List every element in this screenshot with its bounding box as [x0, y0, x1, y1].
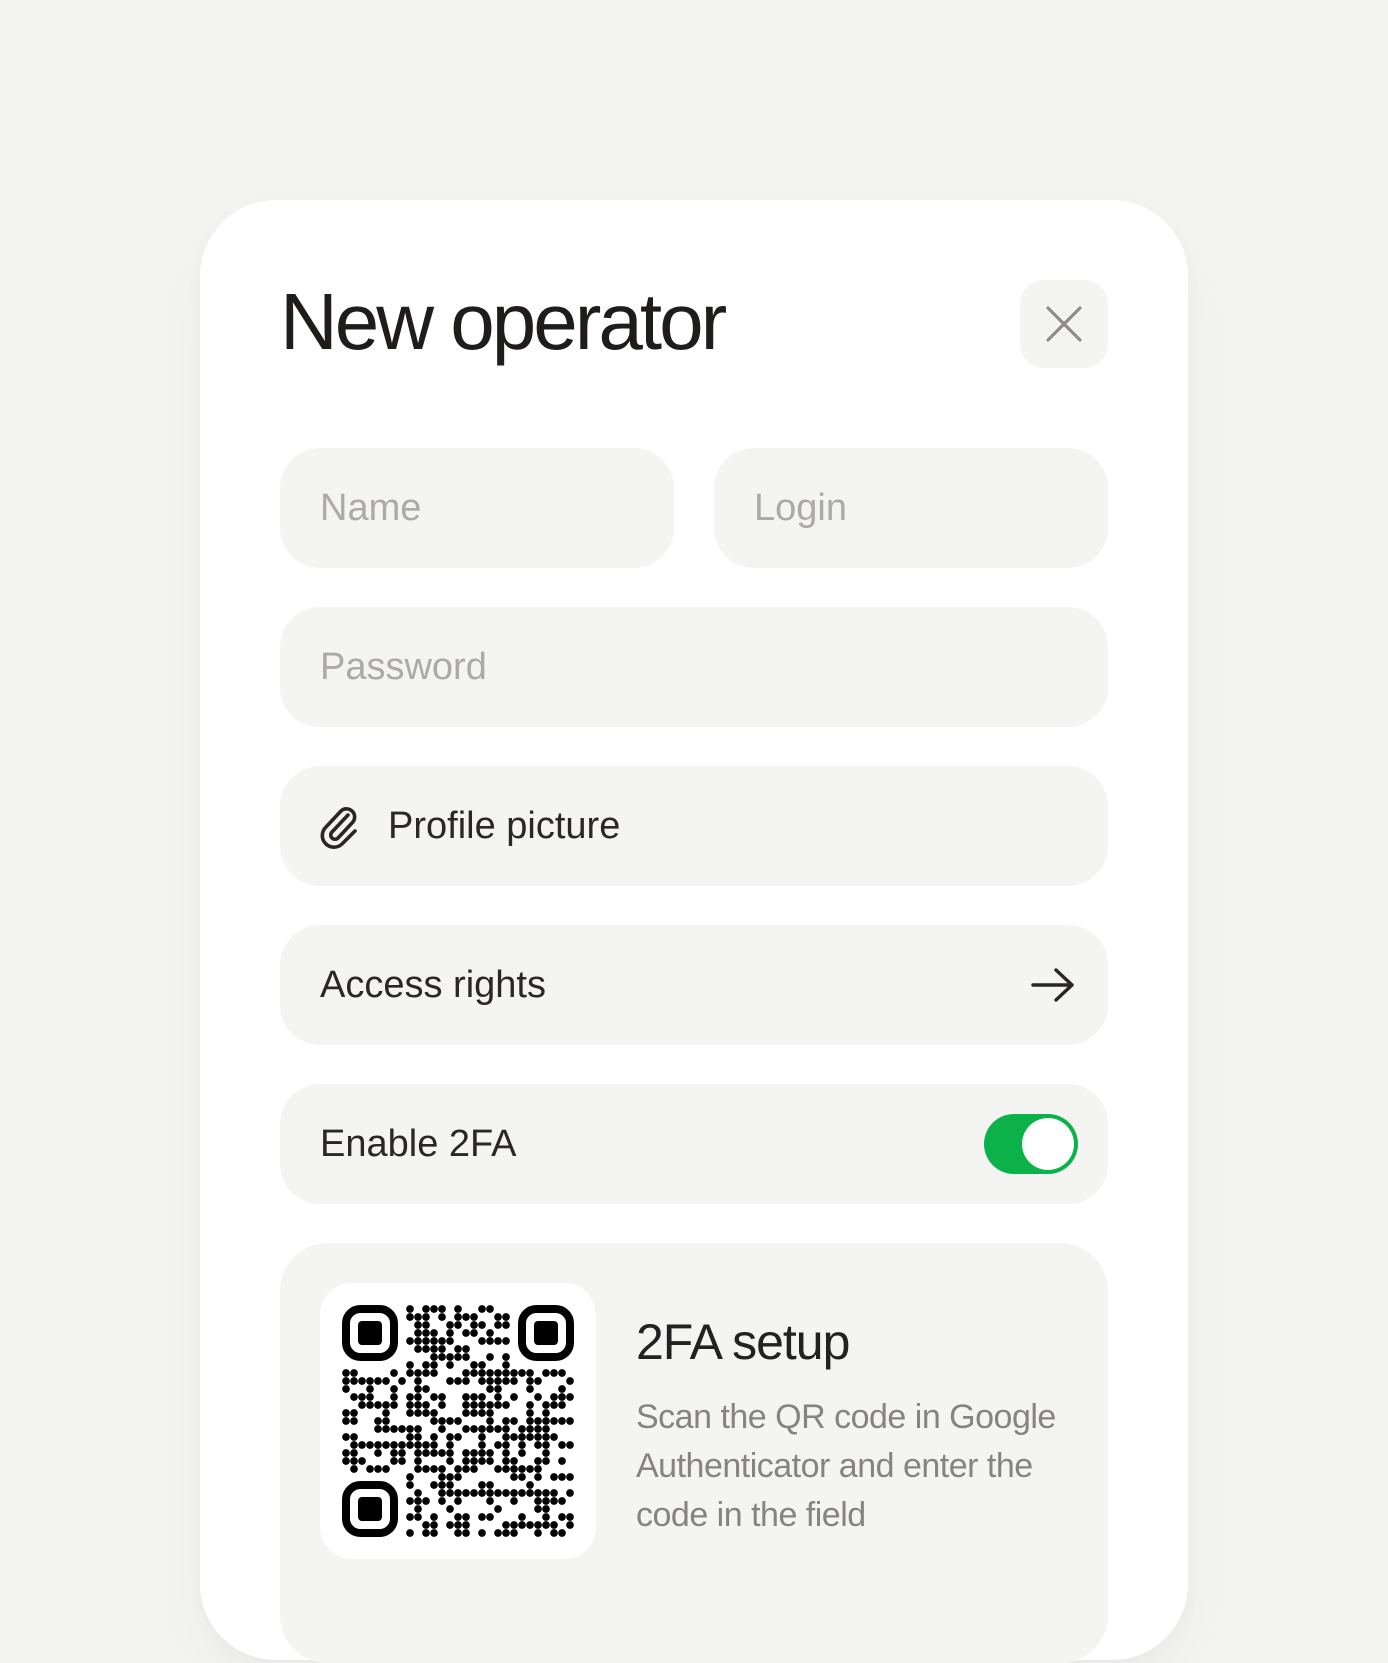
- arrow-right-icon: [1031, 968, 1074, 1002]
- close-icon: [1046, 306, 1082, 342]
- enable-2fa-row: Enable 2FA: [280, 1084, 1108, 1204]
- paperclip-icon: [314, 801, 364, 851]
- dialog-title: New operator: [280, 277, 727, 366]
- password-input[interactable]: [320, 607, 1108, 727]
- qr-code-container: [320, 1283, 596, 1559]
- 2fa-setup-description: Scan the QR code in Google Authenticator…: [636, 1398, 1056, 1534]
- qr-code: [342, 1305, 574, 1537]
- new-operator-dialog: New operator Profile picture Access righ…: [200, 200, 1188, 1663]
- profile-picture-upload[interactable]: Profile picture: [280, 766, 1108, 886]
- enable-2fa-label: Enable 2FA: [320, 1122, 517, 1165]
- profile-picture-label: Profile picture: [388, 804, 621, 847]
- login-input[interactable]: [754, 448, 1108, 568]
- name-field-container: [280, 448, 674, 568]
- 2fa-setup-title: 2FA setup: [636, 1314, 850, 1370]
- access-rights-row[interactable]: Access rights: [280, 925, 1108, 1045]
- login-field-container: [714, 448, 1108, 568]
- enable-2fa-toggle[interactable]: [984, 1114, 1078, 1174]
- toggle-knob: [1022, 1118, 1074, 1170]
- 2fa-setup-panel: 2FA setup Scan the QR code in Google Aut…: [280, 1243, 1108, 1663]
- close-button[interactable]: [1020, 280, 1108, 368]
- access-rights-label: Access rights: [320, 963, 546, 1006]
- password-field-container: [280, 607, 1108, 727]
- name-input[interactable]: [320, 448, 674, 568]
